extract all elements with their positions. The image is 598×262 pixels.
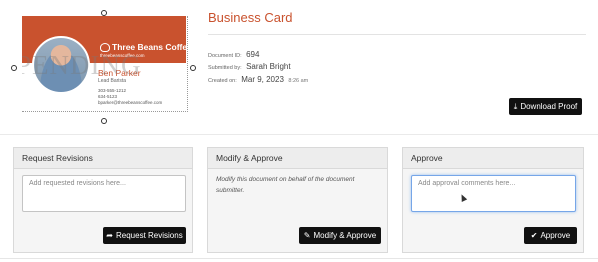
card-phone-1: 303-555-1212	[98, 88, 127, 93]
pending-watermark: PENDING	[22, 50, 142, 80]
download-icon: ⤓	[513, 101, 518, 111]
approve-label: Approve	[540, 231, 571, 240]
page-title: Business Card	[208, 10, 293, 25]
title-divider	[208, 34, 586, 35]
approval-comments-placeholder: Add approval comments here...	[418, 180, 516, 187]
approve-panel: Approve Add approval comments here... ✔ …	[402, 147, 584, 253]
created-on-label: Created on:	[208, 78, 237, 84]
revisions-textarea[interactable]: Add requested revisions here...	[22, 175, 186, 212]
approve-title: Approve	[411, 153, 443, 163]
modify-approve-panel: Modify & Approve Modify this document on…	[207, 147, 388, 253]
request-revisions-button[interactable]: ➦ Request Revisions	[103, 227, 186, 244]
card-phone-2: 634-5123	[98, 94, 118, 99]
bottom-divider	[0, 258, 598, 259]
share-arrow-icon: ➦	[106, 231, 113, 240]
card-email: bparker@threebeanscoffee.com	[98, 100, 163, 105]
checkmark-icon: ✔	[530, 231, 538, 240]
modify-approve-header: Modify & Approve	[208, 148, 387, 169]
created-on-row: Created on: Mar 9, 2023 8:26 am	[208, 69, 308, 87]
download-proof-label: Download Proof	[520, 102, 578, 111]
request-revisions-header: Request Revisions	[14, 148, 192, 169]
resize-handle-left[interactable]	[11, 65, 17, 71]
section-divider	[0, 134, 598, 135]
created-on-date: Mar 9, 2023	[241, 75, 284, 84]
business-card-preview: Three Beans Coffee threebeanscoffee.com …	[22, 16, 186, 110]
approve-header: Approve	[403, 148, 583, 169]
resize-handle-right[interactable]	[190, 65, 196, 71]
revisions-placeholder: Add requested revisions here...	[29, 180, 126, 187]
download-proof-button[interactable]: ⤓ Download Proof	[509, 98, 582, 115]
resize-handle-bottom[interactable]	[101, 118, 107, 124]
modify-approve-label: Modify & Approve	[313, 231, 377, 240]
pencil-icon: ✎	[303, 231, 311, 240]
modify-approve-description: Modify this document on behalf of the do…	[216, 176, 355, 194]
resize-handle-top[interactable]	[101, 10, 107, 16]
created-on-time: 8:26 am	[288, 78, 309, 84]
request-revisions-title: Request Revisions	[22, 153, 93, 163]
request-revisions-label: Request Revisions	[116, 231, 183, 240]
request-revisions-panel: Request Revisions Add requested revision…	[13, 147, 193, 253]
modify-approve-button[interactable]: ✎ Modify & Approve	[299, 227, 381, 244]
approval-comments-textarea[interactable]: Add approval comments here...	[411, 175, 576, 212]
modify-approve-title: Modify & Approve	[216, 153, 283, 163]
approve-button[interactable]: ✔ Approve	[524, 227, 577, 244]
